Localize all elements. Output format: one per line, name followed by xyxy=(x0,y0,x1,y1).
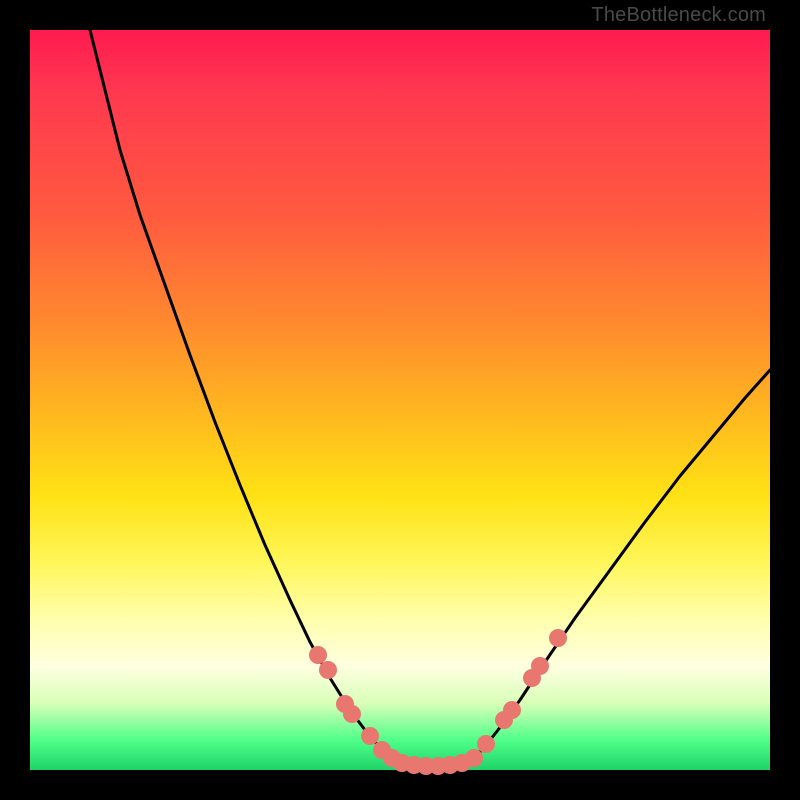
plot-area xyxy=(30,30,770,770)
dot-dots-left-0 xyxy=(309,646,327,664)
dot-dots-right-3 xyxy=(503,701,521,719)
dot-dots-left-4 xyxy=(361,727,379,745)
watermark-text: TheBottleneck.com xyxy=(591,4,766,27)
dot-dots-left-1 xyxy=(319,661,337,679)
dot-dots-right-1 xyxy=(477,735,495,753)
dot-dots-right-6 xyxy=(549,629,567,647)
dot-dots-right-0 xyxy=(465,749,483,767)
series-left-curve xyxy=(90,30,398,762)
dot-dots-right-5 xyxy=(531,657,549,675)
dot-dots-left-3 xyxy=(343,705,361,723)
chart-svg xyxy=(30,30,770,770)
chart-frame: TheBottleneck.com xyxy=(0,0,800,800)
